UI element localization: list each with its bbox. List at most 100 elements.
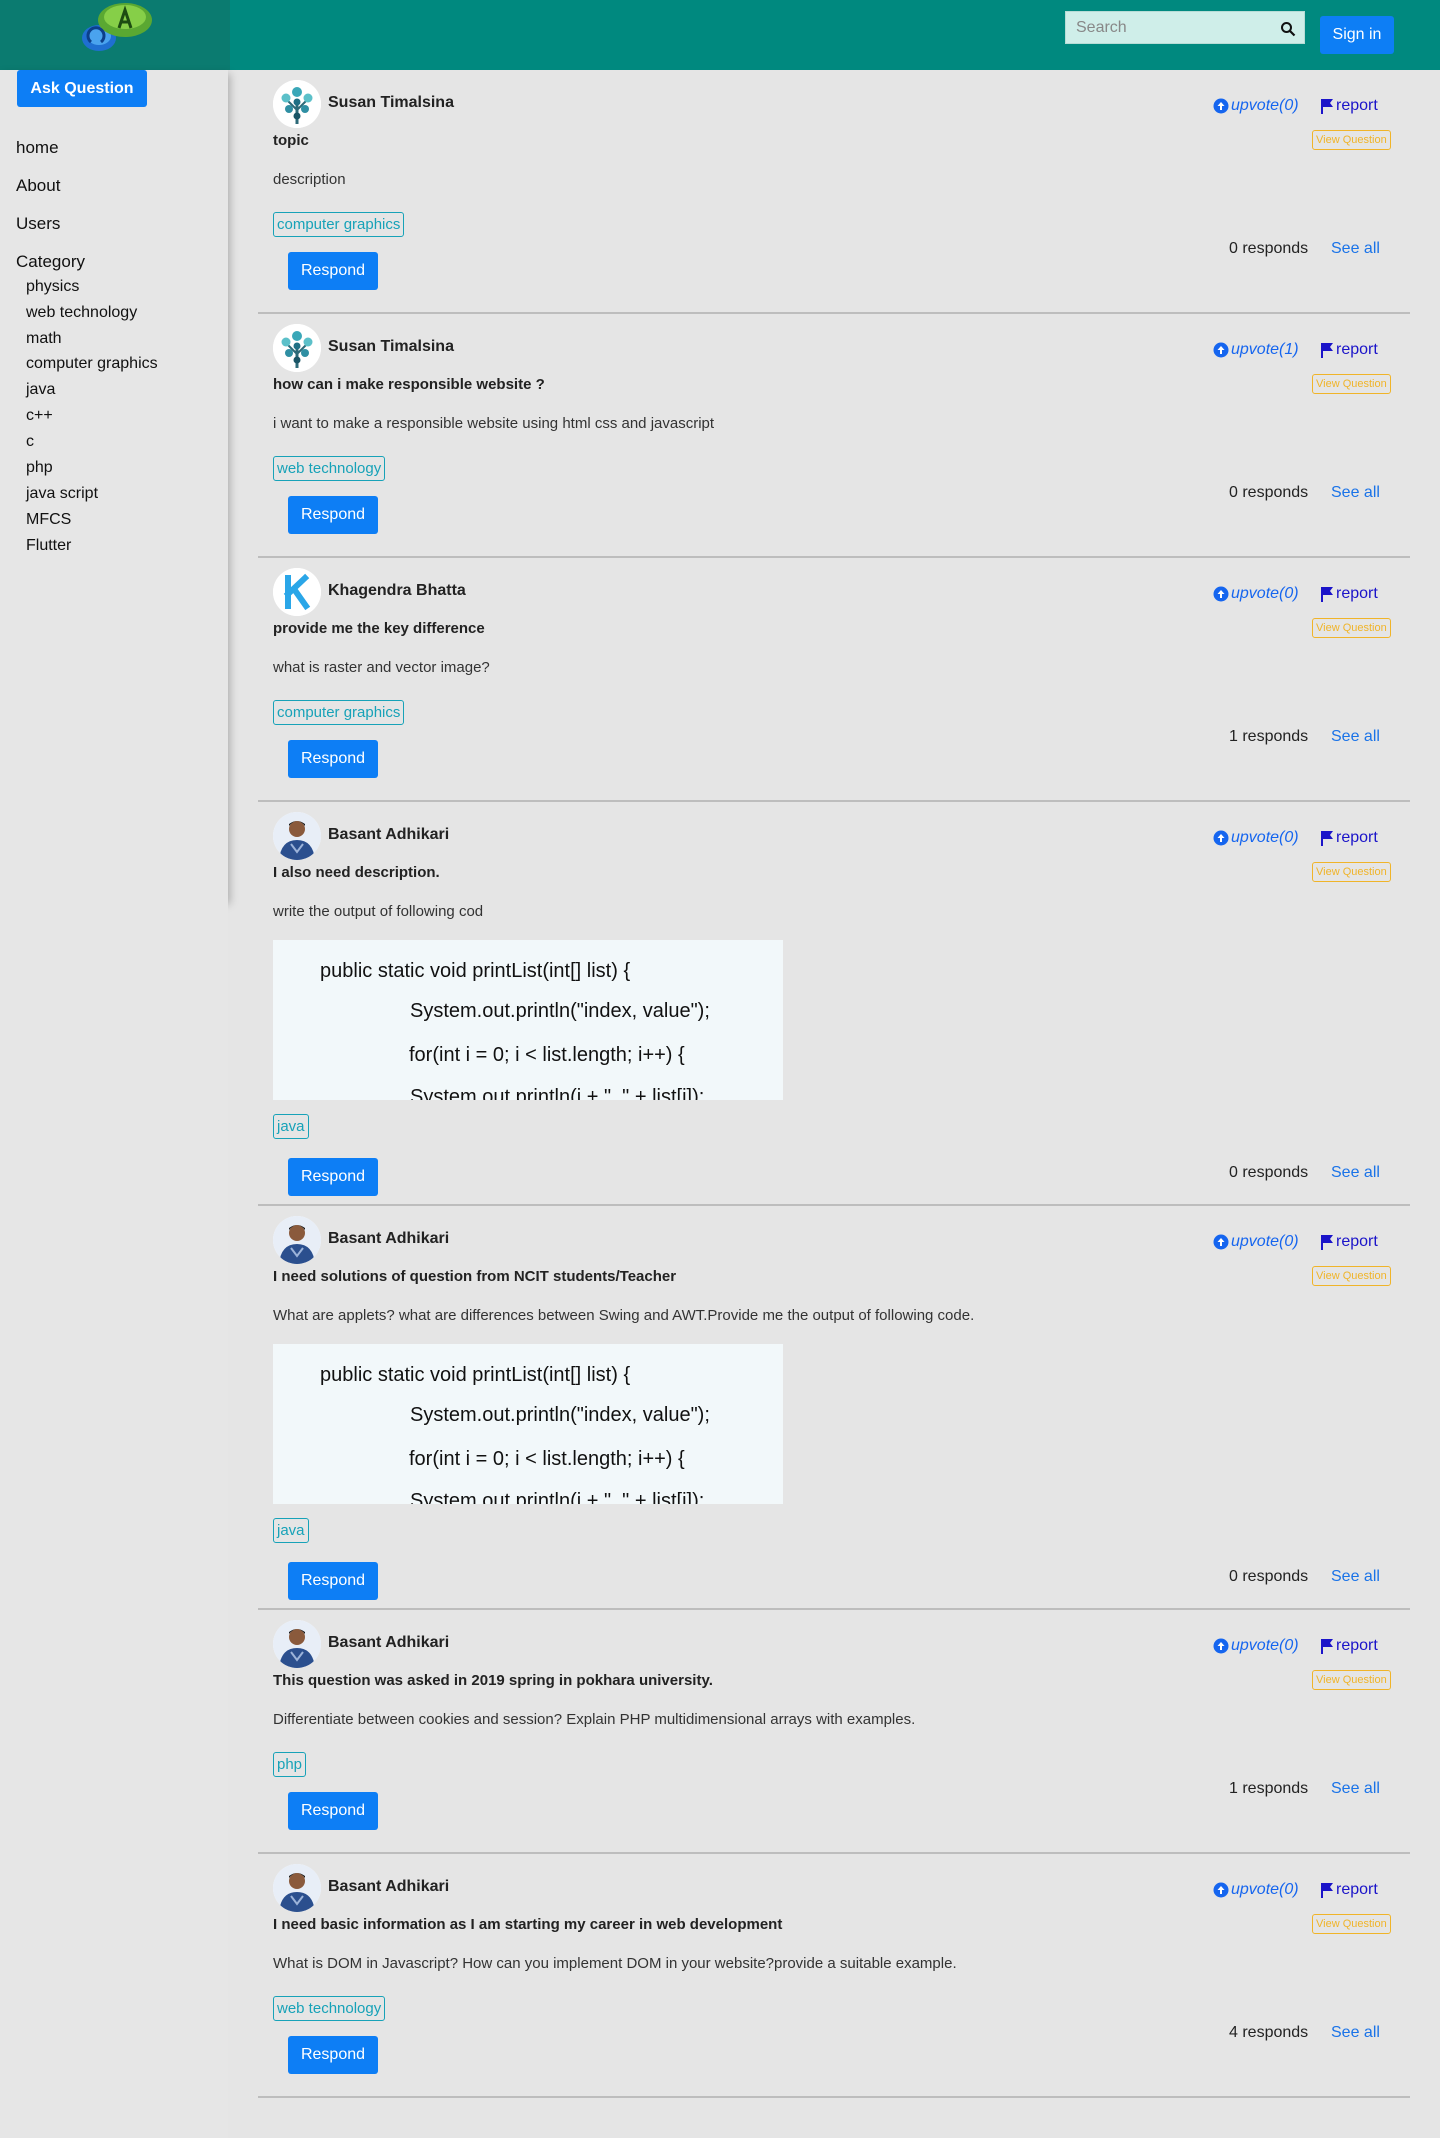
tag-web-technology[interactable]: web technology (273, 456, 386, 481)
flag-icon (1321, 343, 1333, 358)
upvote-button[interactable]: upvote(0) (1213, 1881, 1299, 1899)
arrow-up-circle-icon (1213, 342, 1229, 358)
report-label: report (1336, 1233, 1378, 1250)
responds-count: 0 responds (1229, 240, 1309, 257)
ask-question-button[interactable]: Ask Question (17, 70, 147, 107)
question-title[interactable]: This question was asked in 2019 spring i… (273, 1672, 713, 1689)
report-button[interactable]: report (1320, 97, 1378, 115)
question-description: Differentiate between cookies and sessio… (273, 1711, 916, 1728)
respond-button[interactable]: Respond (288, 1158, 378, 1196)
category-java-script[interactable]: java script (26, 485, 98, 503)
question-description: write the output of following cod (273, 903, 484, 920)
author-avatar[interactable] (273, 812, 321, 860)
category-flutter[interactable]: Flutter (26, 537, 71, 555)
see-all-link[interactable]: See all (1331, 2024, 1380, 2042)
respond-button[interactable]: Respond (288, 252, 378, 290)
see-all-link[interactable]: See all (1331, 1164, 1380, 1182)
question-title[interactable]: I also need description. (273, 864, 440, 881)
responds-count: 0 responds (1229, 1164, 1309, 1181)
view-question-button[interactable]: View Question (1312, 1266, 1391, 1286)
report-button[interactable]: report (1320, 829, 1378, 847)
category-web-technology[interactable]: web technology (26, 304, 137, 322)
report-label: report (1336, 1881, 1378, 1898)
tag-computer-graphics[interactable]: computer graphics (273, 700, 405, 725)
upvote-button[interactable]: upvote(1) (1213, 341, 1299, 359)
category-computer-graphics[interactable]: computer graphics (26, 355, 158, 373)
site-logo[interactable] (75, 0, 155, 54)
category-math[interactable]: math (26, 330, 62, 348)
category-mfcs[interactable]: MFCS (26, 511, 71, 529)
question-title[interactable]: provide me the key difference (273, 620, 485, 637)
see-all-link[interactable]: See all (1331, 484, 1380, 502)
author-avatar[interactable] (273, 80, 321, 128)
report-button[interactable]: report (1320, 1637, 1378, 1655)
see-all-link[interactable]: See all (1331, 1568, 1380, 1586)
tag-php[interactable]: php (273, 1752, 307, 1777)
respond-button[interactable]: Respond (288, 740, 378, 778)
code-line: System.out.println("index, value"); (410, 1000, 710, 1022)
author-avatar[interactable] (273, 1216, 321, 1264)
upvote-button[interactable]: upvote(0) (1213, 829, 1299, 847)
top-navbar: Sign in (0, 0, 1440, 70)
question-title[interactable]: topic (273, 132, 309, 149)
category-java[interactable]: java (26, 381, 55, 399)
respond-button[interactable]: Respond (288, 2036, 378, 2074)
upvote-button[interactable]: upvote(0) (1213, 1233, 1299, 1251)
category-physics[interactable]: physics (26, 278, 79, 296)
sidebar-item-users[interactable]: Users (16, 214, 60, 234)
sidebar-item-home[interactable]: home (16, 138, 59, 158)
author-name[interactable]: Basant Adhikari (328, 1634, 449, 1652)
respond-button[interactable]: Respond (288, 1792, 378, 1830)
search-input[interactable] (1066, 12, 1304, 43)
author-name[interactable]: Susan Timalsina (328, 94, 454, 112)
upvote-button[interactable]: upvote(0) (1213, 585, 1299, 603)
respond-button[interactable]: Respond (288, 496, 378, 534)
author-name[interactable]: Basant Adhikari (328, 826, 449, 844)
question-title[interactable]: I need basic information as I am startin… (273, 1916, 782, 1933)
logo-area (0, 0, 230, 70)
question-card: Basant Adhikari upvote(0) report I need bas… (258, 1854, 1410, 2098)
view-question-button[interactable]: View Question (1312, 862, 1391, 882)
author-name[interactable]: Susan Timalsina (328, 338, 454, 356)
view-question-button[interactable]: View Question (1312, 374, 1391, 394)
author-avatar[interactable] (273, 1620, 321, 1668)
author-name[interactable]: Basant Adhikari (328, 1878, 449, 1896)
view-question-button[interactable]: View Question (1312, 1914, 1391, 1934)
view-question-button[interactable]: View Question (1312, 1670, 1391, 1690)
view-question-button[interactable]: View Question (1312, 618, 1391, 638)
tag-web-technology[interactable]: web technology (273, 1996, 386, 2021)
search-icon[interactable] (1280, 21, 1296, 37)
tag-java[interactable]: java (273, 1518, 309, 1543)
question-title[interactable]: I need solutions of question from NCIT s… (273, 1268, 676, 1285)
report-button[interactable]: report (1320, 1233, 1378, 1251)
author-avatar[interactable] (273, 568, 321, 616)
see-all-link[interactable]: See all (1331, 728, 1380, 746)
see-all-link[interactable]: See all (1331, 1780, 1380, 1798)
category-c[interactable]: c (26, 433, 34, 451)
report-label: report (1336, 585, 1378, 602)
arrow-up-circle-icon (1213, 98, 1229, 114)
author-name[interactable]: Basant Adhikari (328, 1230, 449, 1248)
category-php[interactable]: php (26, 459, 53, 477)
code-line: for(int i = 0; i < list.length; i++) { (409, 1044, 685, 1066)
author-name[interactable]: Khagendra Bhatta (328, 582, 466, 600)
report-button[interactable]: report (1320, 341, 1378, 359)
sidebar-background (0, 900, 228, 2138)
see-all-link[interactable]: See all (1331, 240, 1380, 258)
question-title[interactable]: how can i make responsible website ? (273, 376, 545, 393)
respond-button[interactable]: Respond (288, 1562, 378, 1600)
category-cpp[interactable]: c++ (26, 407, 53, 425)
view-question-button[interactable]: View Question (1312, 130, 1391, 150)
sign-in-button[interactable]: Sign in (1320, 16, 1394, 54)
report-button[interactable]: report (1320, 585, 1378, 603)
upvote-button[interactable]: upvote(0) (1213, 1637, 1299, 1655)
upvote-button[interactable]: upvote(0) (1213, 97, 1299, 115)
sidebar-item-about[interactable]: About (16, 176, 60, 196)
report-button[interactable]: report (1320, 1881, 1378, 1899)
tag-java[interactable]: java (273, 1114, 309, 1139)
author-avatar[interactable] (273, 324, 321, 372)
tag-computer-graphics[interactable]: computer graphics (273, 212, 405, 237)
upvote-label: upvote(0) (1231, 585, 1299, 602)
author-avatar[interactable] (273, 1864, 321, 1912)
upvote-label: upvote(1) (1231, 341, 1299, 358)
